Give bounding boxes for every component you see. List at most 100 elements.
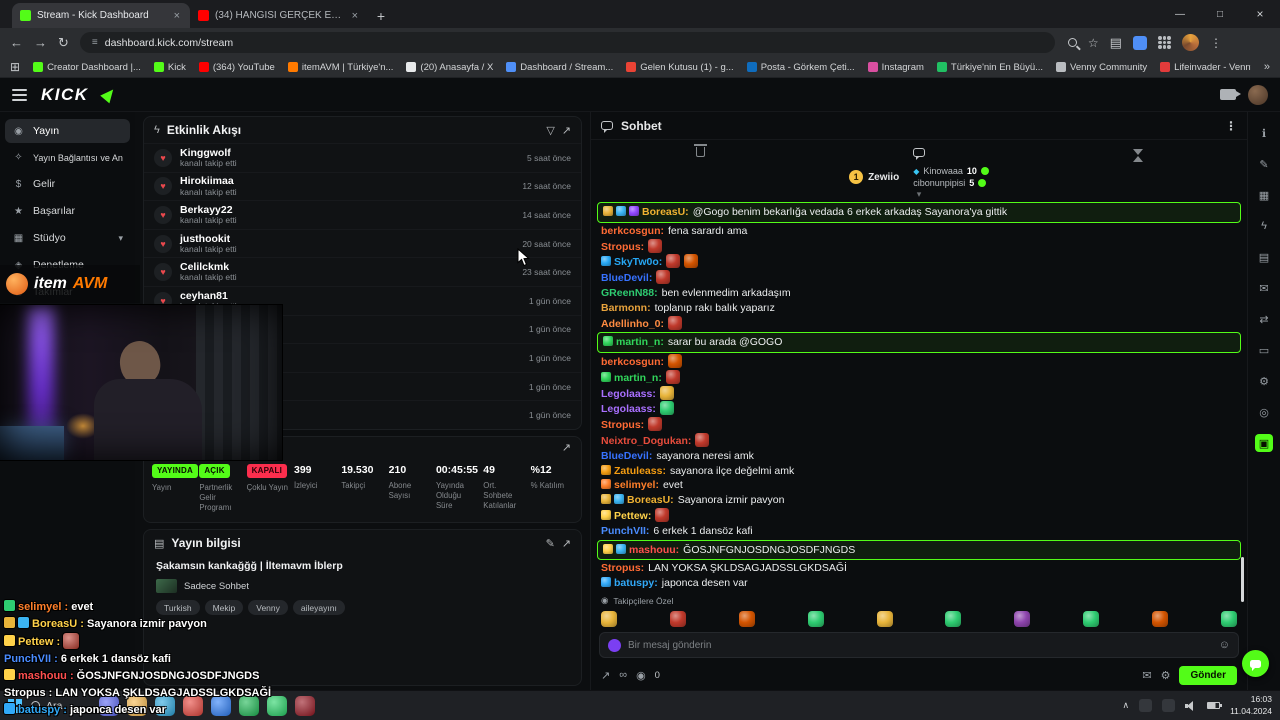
swap-icon[interactable]: ⇄ bbox=[1255, 310, 1273, 328]
expand-icon[interactable]: ↗ bbox=[562, 537, 571, 550]
kick-logo[interactable]: KICK bbox=[41, 85, 89, 105]
chat-message[interactable]: martin_n: sarar bu arada @GOGO bbox=[597, 332, 1241, 354]
tray-app-icon[interactable] bbox=[1162, 699, 1176, 712]
stream-tag[interactable]: Venny bbox=[248, 600, 288, 616]
bookmark-item[interactable]: Posta - Görkem Çeti... bbox=[746, 62, 855, 73]
address-url[interactable]: dashboard.kick.com/stream bbox=[105, 37, 233, 49]
chat-username[interactable]: martin_n: bbox=[614, 372, 662, 384]
browser-tab[interactable]: (34) HANGİSİ GERÇEK ESKİ SEV × bbox=[190, 3, 368, 28]
extension-icon[interactable] bbox=[1132, 35, 1147, 50]
chat-message[interactable]: Zatuleass: sayanora ilçe değelmi amk bbox=[597, 464, 1241, 479]
activity-row[interactable]: ♥ Berkayy22 kanalı takip etti 14 saat önce bbox=[144, 200, 581, 229]
chat-message[interactable]: BoreasU: Sayanora izmir pavyon bbox=[597, 493, 1241, 508]
chat-message[interactable]: selimyel: evet bbox=[597, 478, 1241, 493]
search-icon[interactable] bbox=[1067, 38, 1077, 47]
maximize-button[interactable]: □ bbox=[1200, 0, 1240, 28]
apps-grid-icon[interactable] bbox=[1157, 36, 1171, 49]
send-button[interactable]: Gönder bbox=[1179, 665, 1237, 685]
taskbar-app-icon[interactable] bbox=[295, 695, 316, 716]
volume-icon[interactable] bbox=[1185, 700, 1197, 712]
battery-icon[interactable] bbox=[1207, 702, 1223, 709]
back-icon[interactable]: ← bbox=[10, 35, 23, 50]
menu-icon[interactable] bbox=[12, 88, 27, 101]
taskbar-app-icon[interactable] bbox=[183, 695, 204, 716]
chat-message[interactable]: mashouu: ĞOSJNFGNJOSDNGJOSDFJNGDS bbox=[597, 539, 1241, 561]
category-name[interactable]: Sadece Sohbet bbox=[184, 581, 249, 592]
chat-username[interactable]: BoreasU: bbox=[642, 206, 689, 218]
widgets-icon[interactable]: ▣ bbox=[1255, 434, 1273, 452]
chat-username[interactable]: PunchVII: bbox=[601, 525, 649, 537]
chat-username[interactable]: Legolaass: bbox=[601, 403, 656, 415]
edit-icon[interactable]: ✎ bbox=[546, 537, 555, 550]
bookmark-item[interactable]: Kick bbox=[153, 62, 186, 73]
taskbar-search[interactable]: Ara bbox=[31, 700, 62, 712]
stream-tag[interactable]: Mekip bbox=[204, 600, 244, 616]
close-button[interactable]: × bbox=[1240, 0, 1280, 28]
filter-icon[interactable]: ▽ bbox=[546, 124, 554, 137]
quick-emote[interactable] bbox=[876, 611, 893, 627]
stream-tag[interactable]: Turkish bbox=[156, 600, 200, 616]
camera-icon[interactable] bbox=[1220, 89, 1241, 100]
tray-app-icon[interactable] bbox=[1139, 699, 1153, 712]
chat-username[interactable]: Zatuleass: bbox=[614, 465, 666, 477]
overview-icon[interactable]: ▦ bbox=[1255, 186, 1273, 204]
tab-close-icon[interactable]: × bbox=[350, 10, 360, 22]
support-chat-fab[interactable] bbox=[1242, 650, 1269, 677]
chat-message[interactable]: Neixtro_Dogukan: bbox=[597, 433, 1241, 449]
tray-expand-icon[interactable]: ∧ bbox=[1122, 700, 1129, 711]
forward-icon[interactable]: → bbox=[34, 35, 47, 50]
share-icon[interactable]: ↗ bbox=[601, 669, 610, 682]
bookmark-item[interactable]: (20) Anasayfa / X bbox=[406, 62, 493, 73]
chat-username[interactable]: SkyTw0o: bbox=[614, 256, 662, 268]
chat-scrollbar[interactable] bbox=[1241, 557, 1244, 602]
sidebar-item-st-dyo[interactable]: ▦ Stüdyo ▾ bbox=[5, 226, 130, 250]
chat-message[interactable]: Legolaass: bbox=[597, 401, 1241, 417]
chat-message[interactable]: berkcosgun: fena sarardı ama bbox=[597, 224, 1241, 239]
quick-emote[interactable] bbox=[601, 611, 617, 627]
chat-message[interactable]: Pettew: bbox=[597, 507, 1241, 524]
emote-picker-icon[interactable]: ☺ bbox=[1219, 639, 1230, 651]
browser-profile-avatar[interactable] bbox=[1181, 34, 1199, 51]
bookmark-apps-icon[interactable]: ⊞ bbox=[10, 60, 20, 74]
chat-username[interactable]: Barmonn: bbox=[601, 302, 651, 314]
bookmark-star-icon[interactable]: ☆ bbox=[1088, 36, 1099, 50]
chat-message[interactable]: BlueDevil: sayanora neresi amk bbox=[597, 449, 1241, 464]
taskbar-app-icon[interactable] bbox=[99, 695, 120, 716]
address-bar[interactable]: ≡ dashboard.kick.com/stream bbox=[79, 32, 1055, 53]
quick-emote[interactable] bbox=[738, 611, 755, 627]
info-icon[interactable]: ℹ bbox=[1255, 124, 1273, 142]
quick-emote[interactable] bbox=[1152, 611, 1168, 627]
chat-username[interactable]: martin_n: bbox=[616, 336, 664, 348]
expand-icon[interactable]: ↗ bbox=[562, 441, 571, 454]
taskbar-app-icon[interactable] bbox=[127, 695, 148, 716]
refresh-icon[interactable]: ↻ bbox=[58, 35, 69, 51]
chat-message[interactable]: Stropus: bbox=[597, 417, 1241, 433]
activity-row[interactable]: ♥ Kinggwolf kanalı takip etti 5 saat önce bbox=[144, 143, 581, 172]
chat-username[interactable]: BlueDevil: bbox=[601, 450, 652, 462]
clear-chat-icon[interactable] bbox=[693, 144, 707, 157]
chat-menu-icon[interactable]: ⋮ bbox=[1225, 119, 1237, 133]
browser-menu-icon[interactable]: ⋮ bbox=[1210, 36, 1222, 50]
chat-username[interactable]: Stropus: bbox=[601, 562, 644, 574]
taskbar-app-icon[interactable] bbox=[155, 695, 176, 716]
taskbar-app-icon[interactable] bbox=[239, 695, 260, 716]
chat-message[interactable]: Legolaass: bbox=[597, 385, 1241, 402]
panels-icon[interactable]: ▤ bbox=[1255, 248, 1273, 266]
chat-username[interactable]: selimyel: bbox=[614, 479, 659, 491]
browser-tab[interactable]: Stream - Kick Dashboard × bbox=[12, 3, 190, 28]
new-tab-button[interactable]: + bbox=[368, 3, 394, 28]
bookmark-item[interactable]: itemAVM | Türkiye'n... bbox=[287, 62, 393, 73]
chat-message[interactable]: GReenN88: ben evlenmedim arkadaşım bbox=[597, 286, 1241, 301]
tab-close-icon[interactable]: × bbox=[172, 10, 182, 22]
sidebar-item-gelir[interactable]: $ Gelir bbox=[5, 172, 130, 196]
bookmark-item[interactable]: Türkiye'nin En Büyü... bbox=[936, 62, 1043, 73]
bookmark-item[interactable]: Instagram bbox=[867, 62, 924, 73]
chat-message[interactable]: martin_n: bbox=[597, 369, 1241, 386]
bookmark-item[interactable]: Dashboard / Stream... bbox=[506, 62, 613, 73]
link-icon[interactable]: ∞ bbox=[619, 669, 627, 681]
chat-input[interactable] bbox=[628, 639, 1212, 651]
chat-username[interactable]: berkcosgun: bbox=[601, 356, 664, 368]
chat-username[interactable]: Legolaass: bbox=[601, 388, 656, 400]
chat-message[interactable]: SkyTw0o: bbox=[597, 254, 1241, 270]
bookmark-item[interactable]: Venny Community bbox=[1056, 62, 1147, 73]
